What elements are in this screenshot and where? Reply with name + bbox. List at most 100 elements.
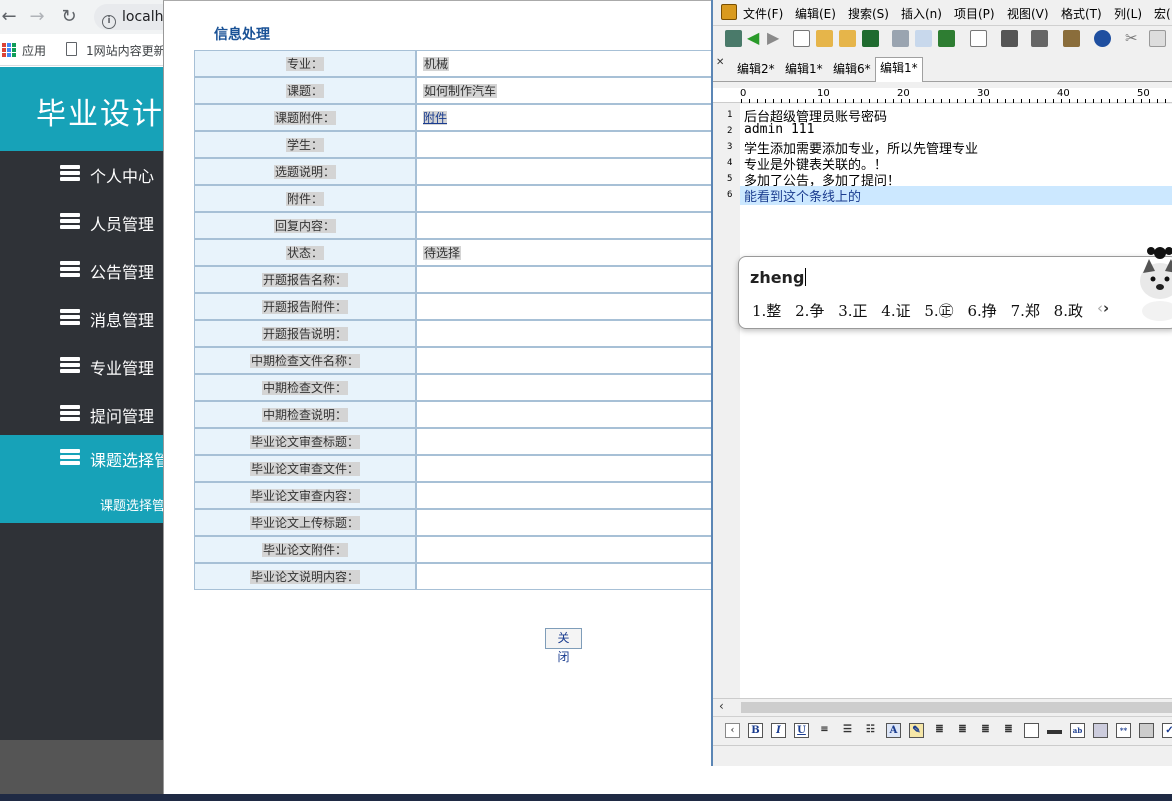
app-logo-icon[interactable] bbox=[721, 4, 737, 20]
new-file-icon[interactable] bbox=[793, 30, 810, 47]
ime-candidate[interactable]: 8.政 bbox=[1054, 300, 1083, 321]
field-label-cell: 中期检查文件名称： bbox=[194, 347, 416, 374]
field-label: 状态： bbox=[285, 246, 324, 260]
field-label-cell: 选题说明： bbox=[194, 158, 416, 185]
pin-icon[interactable]: ✕ bbox=[716, 57, 724, 68]
align-justify-icon[interactable]: ≣ bbox=[1001, 723, 1016, 738]
select-icon[interactable] bbox=[1093, 723, 1108, 738]
sidebar-item-majors[interactable]: 专业管理 bbox=[0, 343, 163, 391]
sidebar-subitem-label: 课题选择管 bbox=[100, 499, 163, 514]
field-label-cell: 中期检查说明： bbox=[194, 401, 416, 428]
ime-candidate[interactable]: 5.㊣ bbox=[924, 300, 953, 321]
scroll-thumb[interactable] bbox=[741, 702, 1172, 713]
sidebar-subitem-topic-selection[interactable]: 课题选择管 bbox=[0, 483, 163, 523]
underline-icon[interactable]: U bbox=[794, 723, 809, 738]
field-label: 开题报告说明： bbox=[261, 327, 348, 341]
field-label-cell: 开题报告名称： bbox=[194, 266, 416, 293]
document-icon[interactable] bbox=[970, 30, 987, 47]
italic-icon[interactable]: I bbox=[771, 723, 786, 738]
ime-candidate[interactable]: 4.证 bbox=[881, 300, 910, 321]
save-icon[interactable] bbox=[862, 30, 879, 47]
copy-icon[interactable] bbox=[1149, 30, 1166, 47]
image-icon[interactable] bbox=[1139, 723, 1154, 738]
font-icon[interactable]: A bbox=[886, 723, 901, 738]
align-right-icon[interactable]: ≣ bbox=[978, 723, 993, 738]
menu-view[interactable]: 视图(V) bbox=[1007, 5, 1049, 22]
table-row: 中期检查文件名称： bbox=[194, 347, 794, 374]
field-label: 毕业论文说明内容： bbox=[249, 570, 360, 584]
chevron-right-icon[interactable]: › bbox=[1103, 299, 1109, 317]
sidebar-item-messages[interactable]: 消息管理 bbox=[0, 295, 163, 343]
sidebar-item-staff[interactable]: 人员管理 bbox=[0, 199, 163, 247]
back-arrow-icon[interactable]: ◀ bbox=[747, 30, 764, 47]
print-icon[interactable] bbox=[892, 30, 909, 47]
ime-composition: zheng bbox=[750, 268, 807, 287]
hex-icon[interactable] bbox=[1031, 30, 1048, 47]
line-number: 1 bbox=[727, 110, 733, 120]
word-wrap-icon[interactable] bbox=[1001, 30, 1018, 47]
browser-icon[interactable] bbox=[1094, 30, 1111, 47]
ime-candidate[interactable]: 7.郑 bbox=[1011, 300, 1040, 321]
menu-file[interactable]: 文件(F) bbox=[743, 5, 783, 22]
menu-project[interactable]: 项目(P) bbox=[954, 5, 995, 22]
horizontal-scrollbar[interactable]: ‹ bbox=[713, 698, 1172, 715]
address-bar[interactable]: i localh bbox=[94, 4, 174, 30]
back-icon[interactable]: ← bbox=[0, 6, 20, 28]
print-preview-icon[interactable] bbox=[915, 30, 932, 47]
menu-insert[interactable]: 插入(n) bbox=[901, 5, 942, 22]
close-button[interactable]: 关 闭 bbox=[545, 628, 582, 664]
menu-edit[interactable]: 编辑(E) bbox=[795, 5, 836, 22]
reload-icon[interactable]: ↻ bbox=[58, 6, 80, 28]
sidebar-item-label: 公告管理 bbox=[90, 263, 155, 282]
sidebar-item-topic-selection[interactable]: 课题选择管 bbox=[0, 435, 163, 483]
horizontal-rule-icon[interactable] bbox=[1047, 730, 1062, 734]
menu-macro[interactable]: 宏( bbox=[1154, 5, 1171, 22]
editor-text-area[interactable]: 后台超级管理员账号密码 admin 111 学生添加需要添加专业，所以先管理专业… bbox=[740, 104, 1172, 698]
password-field-icon[interactable]: ** bbox=[1116, 723, 1131, 738]
frame-icon[interactable] bbox=[1024, 723, 1039, 738]
forward-icon[interactable]: → bbox=[26, 6, 48, 28]
sidebar-item-personal-center[interactable]: 个人中心 bbox=[0, 151, 163, 199]
field-label-cell: 毕业论文附件： bbox=[194, 536, 416, 563]
numbered-list-icon[interactable]: ☷ bbox=[863, 723, 878, 738]
info-icon[interactable]: i bbox=[102, 15, 116, 29]
line-number-gutter: 1 2 3 4 5 6 bbox=[713, 104, 740, 698]
ime-candidate[interactable]: 2.争 bbox=[795, 300, 824, 321]
attachment-link[interactable]: 附件 bbox=[423, 111, 448, 125]
menu-search[interactable]: 搜索(S) bbox=[848, 5, 889, 22]
table-row: 附件： bbox=[194, 185, 794, 212]
align-center-icon[interactable]: ≣ bbox=[955, 723, 970, 738]
notes-icon[interactable] bbox=[1063, 30, 1080, 47]
cut-icon[interactable]: ✂ bbox=[1125, 30, 1142, 47]
bold-icon[interactable]: B bbox=[748, 723, 763, 738]
bookmark-link[interactable]: 1网站内容更新 bbox=[86, 42, 163, 59]
highlight-icon[interactable]: ✎ bbox=[909, 723, 924, 738]
open-folder-icon[interactable] bbox=[816, 30, 833, 47]
text-field-icon[interactable]: ab bbox=[1070, 723, 1085, 738]
tab-edit1[interactable]: 编辑1* bbox=[781, 59, 827, 81]
bullet-list-icon[interactable]: ☰ bbox=[840, 723, 855, 738]
ime-candidate[interactable]: 3.正 bbox=[838, 300, 867, 321]
field-label-cell: 毕业论文审查文件： bbox=[194, 455, 416, 482]
info-table: 专业： 机械 课题： 如何制作汽车 课题附件： 附件 学生： 选题说明： 附件： 回复内容： 状态：… bbox=[194, 50, 794, 590]
forward-arrow-icon[interactable]: ▶ bbox=[767, 30, 784, 47]
excel-icon[interactable] bbox=[938, 30, 955, 47]
checkbox-icon[interactable]: ✓ bbox=[1162, 723, 1172, 738]
align-left-icon[interactable]: ≣ bbox=[932, 723, 947, 738]
ime-candidate[interactable]: 1.整 bbox=[752, 300, 781, 321]
apps-bookmark[interactable]: 应用 bbox=[22, 42, 46, 59]
sidebar-item-announcements[interactable]: 公告管理 bbox=[0, 247, 163, 295]
menu-format[interactable]: 格式(T) bbox=[1061, 5, 1102, 22]
tab-edit1-active[interactable]: 编辑1* bbox=[875, 57, 923, 82]
open-recent-icon[interactable] bbox=[839, 30, 856, 47]
paragraph-icon[interactable]: ≡ bbox=[817, 723, 832, 738]
menu-column[interactable]: 列(L) bbox=[1114, 5, 1142, 22]
ime-candidate[interactable]: 6.挣 bbox=[967, 300, 996, 321]
scroll-left-icon[interactable]: ‹ bbox=[719, 699, 724, 713]
new-project-icon[interactable] bbox=[725, 30, 742, 47]
sidebar-item-questions[interactable]: 提问管理 bbox=[0, 391, 163, 439]
html-toolbar-icon[interactable]: ‹ bbox=[725, 723, 740, 738]
tab-edit2[interactable]: 编辑2* bbox=[733, 59, 779, 81]
apps-grid-icon[interactable] bbox=[2, 43, 16, 57]
tab-edit6[interactable]: 编辑6* bbox=[829, 59, 875, 81]
